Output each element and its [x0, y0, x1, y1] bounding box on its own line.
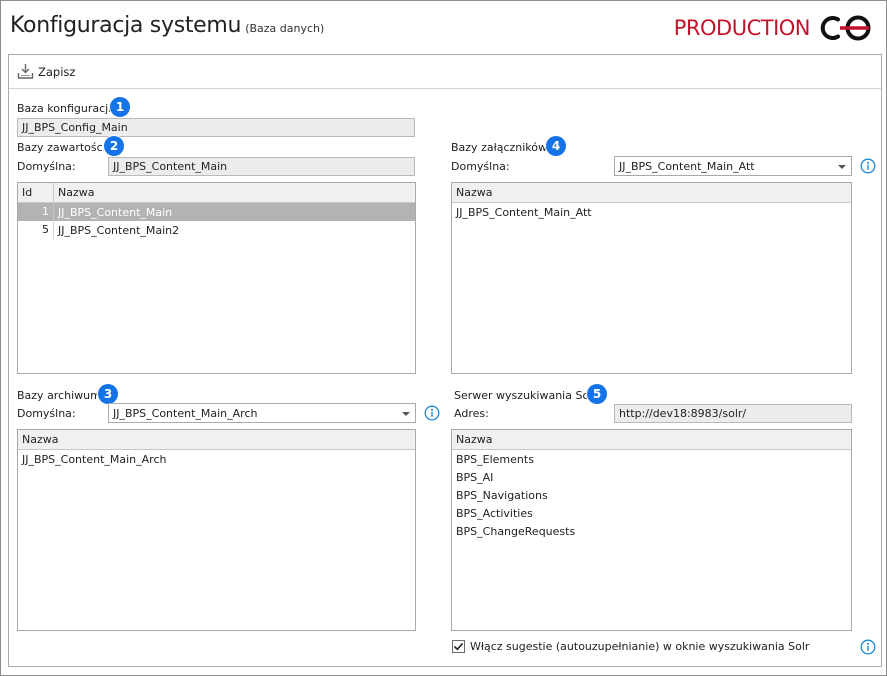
list-item[interactable]: BPS_AI	[452, 469, 851, 487]
toolbar: Zapisz	[9, 55, 881, 89]
chevron-down-icon	[402, 412, 410, 416]
column-header-name[interactable]: Nazwa	[54, 183, 98, 202]
attachment-db-grid[interactable]: Nazwa JJ_BPS_Content_Main_Att	[451, 182, 852, 374]
table-row[interactable]: 5 JJ_BPS_Content_Main2	[18, 221, 415, 239]
info-circle-icon[interactable]	[860, 158, 876, 174]
info-circle-icon[interactable]	[424, 405, 440, 421]
window-frame: Konfiguracja systemu (Baza danych) PRODUC…	[0, 0, 887, 676]
environment-label: PRODUCTION	[673, 16, 811, 40]
row-name: JJ_BPS_Content_Main	[58, 205, 173, 219]
solr-address-label: Adres:	[454, 407, 489, 420]
checkmark-icon	[453, 642, 464, 651]
save-download-icon	[17, 64, 34, 79]
list-item[interactable]: JJ_BPS_Content_Main_Arch	[18, 451, 415, 469]
solr-address-field: http://dev18:8983/solr/	[614, 404, 852, 423]
chevron-down-icon	[838, 165, 846, 169]
solr-grid-header: Nazwa	[452, 430, 851, 450]
config-db-badge: 1	[110, 97, 130, 117]
table-row[interactable]: 1 JJ_BPS_Content_Main	[18, 203, 415, 221]
list-item[interactable]: BPS_Navigations	[452, 487, 851, 505]
content-db-grid[interactable]: Id Nazwa 1 JJ_BPS_Content_Main 5 JJ_BPS_…	[17, 182, 416, 374]
solr-badge: 5	[587, 384, 607, 404]
row-name: JJ_BPS_Content_Main2	[58, 223, 180, 237]
list-item[interactable]: BPS_Elements	[452, 451, 851, 469]
solr-suggest-option[interactable]: Włącz sugestie (autouzupełnianie) w okni…	[452, 640, 809, 653]
environment-indicator: PRODUCTION	[674, 13, 876, 43]
config-db-field: JJ_BPS_Config_Main	[17, 118, 415, 137]
attachment-db-badge: 4	[546, 136, 566, 156]
content-default-label: Domyślna:	[17, 160, 76, 173]
solr-index-grid[interactable]: Nazwa BPS_Elements BPS_AI BPS_Navigation…	[451, 429, 852, 631]
list-item[interactable]: BPS_ChangeRequests	[452, 523, 851, 541]
attachment-default-label: Domyślna:	[451, 160, 510, 173]
row-id: 1	[18, 203, 54, 221]
column-header-id[interactable]: Id	[18, 183, 54, 202]
content-db-badge: 2	[104, 136, 124, 156]
column-header-name[interactable]: Nazwa	[452, 183, 496, 202]
archive-db-badge: 3	[98, 384, 118, 404]
production-logo-icon	[820, 15, 871, 41]
page-title: Konfiguracja systemu (Baza danych)	[10, 13, 324, 38]
archive-default-label: Domyślna:	[17, 407, 76, 420]
attachment-default-select[interactable]: JJ_BPS_Content_Main_Att	[614, 156, 852, 176]
save-button[interactable]: Zapisz	[17, 63, 75, 80]
config-db-label: Baza konfiguracji:	[17, 102, 115, 115]
archive-default-value: JJ_BPS_Content_Main_Arch	[113, 407, 258, 420]
window-title: Konfiguracja systemu	[10, 13, 242, 38]
window-subtitle: (Baza danych)	[245, 22, 325, 35]
save-button-label: Zapisz	[38, 64, 76, 79]
column-header-name[interactable]: Nazwa	[18, 430, 62, 449]
archive-grid-header: Nazwa	[18, 430, 415, 450]
column-header-name[interactable]: Nazwa	[452, 430, 496, 449]
attachment-grid-header: Nazwa	[452, 183, 851, 203]
solr-suggest-label: Włącz sugestie (autouzupełnianie) w okni…	[470, 640, 810, 653]
row-id: 5	[18, 221, 54, 239]
attachment-default-value: JJ_BPS_Content_Main_Att	[619, 160, 755, 173]
config-panel: Zapisz Baza konfiguracji: 1 JJ_BPS_Confi…	[8, 54, 882, 667]
archive-db-grid[interactable]: Nazwa JJ_BPS_Content_Main_Arch	[17, 429, 416, 631]
archive-default-select[interactable]: JJ_BPS_Content_Main_Arch	[108, 403, 416, 423]
solr-label: Serwer wyszukiwania Solr:	[454, 389, 601, 402]
content-grid-header: Id Nazwa	[18, 183, 415, 203]
solr-suggest-checkbox[interactable]	[452, 640, 465, 653]
attachment-db-label: Bazy załączników:	[451, 141, 551, 154]
content-db-label: Bazy zawartości:	[17, 141, 110, 154]
list-item[interactable]: JJ_BPS_Content_Main_Att	[452, 204, 851, 222]
content-default-field: JJ_BPS_Content_Main	[108, 157, 415, 176]
list-item[interactable]: BPS_Activities	[452, 505, 851, 523]
info-circle-icon[interactable]	[860, 639, 876, 655]
archive-db-label: Bazy archiwum:	[17, 389, 105, 402]
